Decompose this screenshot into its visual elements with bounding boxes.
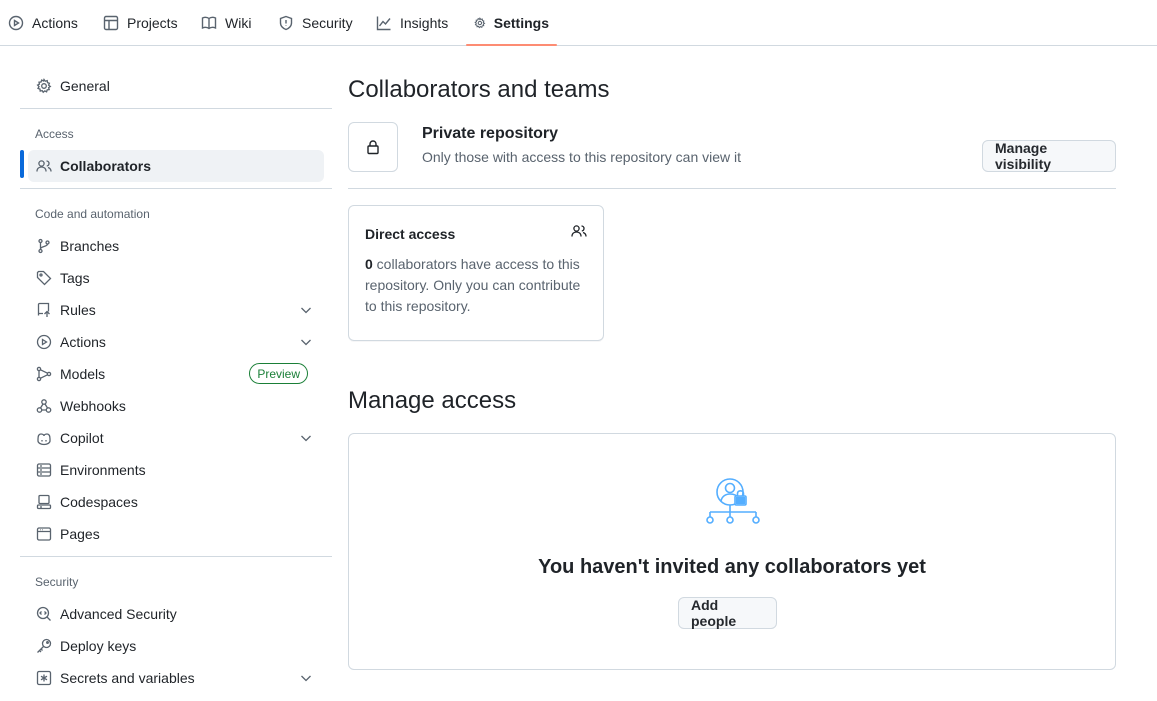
sidebar-item-label: Collaborators bbox=[60, 158, 152, 174]
sidebar-item-webhooks[interactable]: Webhooks bbox=[28, 390, 324, 422]
sidebar-heading-code: Code and automation bbox=[35, 207, 150, 221]
sidebar-heading-security: Security bbox=[35, 575, 79, 589]
direct-access-card: Direct access 0 collaborators have acces… bbox=[348, 205, 604, 341]
people-icon bbox=[571, 225, 587, 237]
sidebar-item-label: Environments bbox=[60, 462, 146, 478]
sidebar-item-label: Copilot bbox=[60, 430, 104, 446]
asterisk-box-icon bbox=[36, 670, 52, 686]
sidebar-item-label: Codespaces bbox=[60, 494, 138, 510]
play-circle-icon bbox=[36, 334, 52, 350]
tag-icon bbox=[36, 270, 52, 286]
sidebar-item-label: Actions bbox=[60, 334, 106, 350]
sidebar-item-label: Models bbox=[60, 366, 106, 382]
repo-push-icon bbox=[37, 302, 50, 317]
sidebar-item-secrets[interactable]: Secrets and variables bbox=[28, 662, 324, 694]
sidebar-heading-access: Access bbox=[35, 127, 74, 141]
browser-icon bbox=[36, 527, 52, 541]
key-icon bbox=[37, 638, 52, 653]
tab-label: Security bbox=[302, 14, 353, 31]
sidebar-item-advanced-security[interactable]: Advanced Security bbox=[28, 598, 324, 630]
tab-insights[interactable]: Insights bbox=[368, 0, 456, 45]
direct-access-title: Direct access bbox=[365, 226, 456, 242]
preview-badge: Preview bbox=[249, 363, 308, 384]
tab-security[interactable]: Security bbox=[270, 0, 361, 45]
play-circle-icon bbox=[8, 15, 24, 30]
sidebar-item-label: Webhooks bbox=[60, 398, 126, 414]
divider bbox=[20, 108, 332, 109]
empty-state-title: You haven't invited any collaborators ye… bbox=[538, 556, 926, 578]
sidebar-item-label: General bbox=[60, 78, 110, 94]
sidebar-item-codespaces[interactable]: Codespaces bbox=[28, 486, 324, 518]
graph-icon bbox=[376, 16, 391, 30]
collaborator-count: 0 bbox=[365, 256, 373, 272]
empty-state: You haven't invited any collaborators ye… bbox=[348, 433, 1116, 670]
sidebar-item-branches[interactable]: Branches bbox=[28, 230, 324, 262]
sidebar-item-copilot[interactable]: Copilot bbox=[28, 422, 324, 454]
direct-access-text: 0 collaborators have access to this repo… bbox=[365, 254, 591, 317]
divider bbox=[348, 188, 1116, 189]
copilot-icon bbox=[37, 433, 51, 446]
sidebar-item-tags[interactable]: Tags bbox=[28, 262, 324, 294]
sidebar-item-label: Branches bbox=[60, 238, 120, 254]
webhook-icon bbox=[36, 399, 52, 413]
divider bbox=[20, 188, 332, 189]
tab-label: Projects bbox=[127, 14, 178, 31]
sidebar-item-environments[interactable]: Environments bbox=[28, 454, 324, 486]
sidebar-item-general[interactable]: General bbox=[28, 70, 324, 102]
visibility-icon-box bbox=[348, 122, 398, 172]
sidebar-item-label: Pages bbox=[60, 526, 100, 542]
models-icon bbox=[36, 366, 52, 382]
codescan-icon bbox=[36, 606, 51, 621]
server-icon bbox=[36, 463, 52, 477]
tab-wiki[interactable]: Wiki bbox=[193, 0, 259, 45]
manage-access-title: Manage access bbox=[348, 387, 517, 414]
gear-icon bbox=[36, 78, 52, 94]
chevron-down-icon bbox=[301, 675, 311, 682]
manage-visibility-button[interactable]: Manage visibility bbox=[982, 140, 1116, 172]
visibility-title: Private repository bbox=[422, 125, 559, 142]
sidebar-item-label: Secrets and variables bbox=[60, 670, 195, 686]
sidebar-item-actions[interactable]: Actions bbox=[28, 326, 324, 358]
gear-icon bbox=[474, 16, 486, 28]
tab-label: Settings bbox=[493, 14, 549, 31]
chevron-down-icon bbox=[301, 435, 311, 442]
tab-settings[interactable]: Settings bbox=[466, 0, 557, 46]
codespaces-icon bbox=[36, 494, 52, 510]
sidebar-item-label: Tags bbox=[60, 270, 90, 286]
table-icon bbox=[103, 15, 119, 30]
sidebar-item-rules[interactable]: Rules bbox=[28, 294, 324, 326]
sidebar-item-label: Deploy keys bbox=[60, 638, 137, 654]
branch-icon bbox=[38, 238, 50, 254]
sidebar-item-label: Rules bbox=[60, 302, 96, 318]
tab-actions[interactable]: Actions bbox=[0, 0, 86, 45]
tab-label: Insights bbox=[400, 14, 449, 31]
tab-label: Actions bbox=[32, 14, 78, 31]
book-icon bbox=[201, 16, 217, 29]
collaborators-lock-icon bbox=[706, 478, 760, 524]
tab-projects[interactable]: Projects bbox=[95, 0, 186, 45]
sidebar-item-deploy-keys[interactable]: Deploy keys bbox=[28, 630, 324, 662]
shield-icon bbox=[279, 15, 293, 30]
visibility-description: Only those with access to this repositor… bbox=[422, 149, 742, 165]
repo-nav: Actions Projects Wiki Security Insights … bbox=[0, 0, 1157, 46]
lock-icon bbox=[367, 140, 379, 155]
selected-indicator bbox=[20, 150, 24, 178]
chevron-down-icon bbox=[301, 339, 311, 346]
direct-access-description: collaborators have access to this reposi… bbox=[365, 256, 581, 314]
divider bbox=[20, 556, 332, 557]
people-icon bbox=[36, 160, 52, 172]
page-title: Collaborators and teams bbox=[348, 76, 610, 103]
add-people-button[interactable]: Add people bbox=[678, 597, 777, 629]
tab-label: Wiki bbox=[225, 14, 252, 31]
chevron-down-icon bbox=[301, 307, 311, 314]
sidebar-item-collaborators[interactable]: Collaborators bbox=[28, 150, 324, 182]
sidebar-item-pages[interactable]: Pages bbox=[28, 518, 324, 550]
sidebar-item-models[interactable]: Models Preview bbox=[28, 358, 324, 390]
sidebar-item-label: Advanced Security bbox=[60, 606, 177, 622]
